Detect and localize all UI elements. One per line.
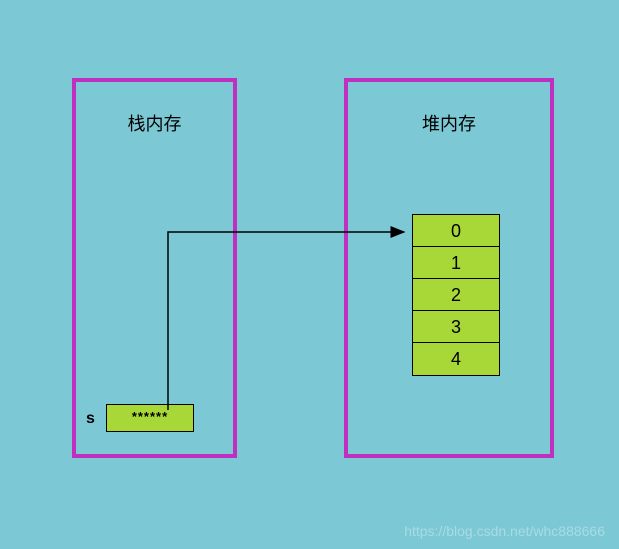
array-cell: 1 [413, 247, 499, 279]
heap-memory-region: 堆内存 0 1 2 3 4 [344, 78, 554, 458]
variable-box: ****** [106, 404, 194, 432]
array-cell: 3 [413, 311, 499, 343]
array-container: 0 1 2 3 4 [412, 214, 500, 376]
variable-name: s [86, 410, 95, 428]
watermark-text: https://blog.csdn.net/whc888666 [404, 523, 605, 539]
stack-label: 栈内存 [76, 110, 233, 136]
array-cell: 0 [413, 215, 499, 247]
heap-label: 堆内存 [348, 110, 550, 136]
stack-memory-region: 栈内存 s ****** [72, 78, 237, 458]
array-cell: 2 [413, 279, 499, 311]
array-cell: 4 [413, 343, 499, 375]
